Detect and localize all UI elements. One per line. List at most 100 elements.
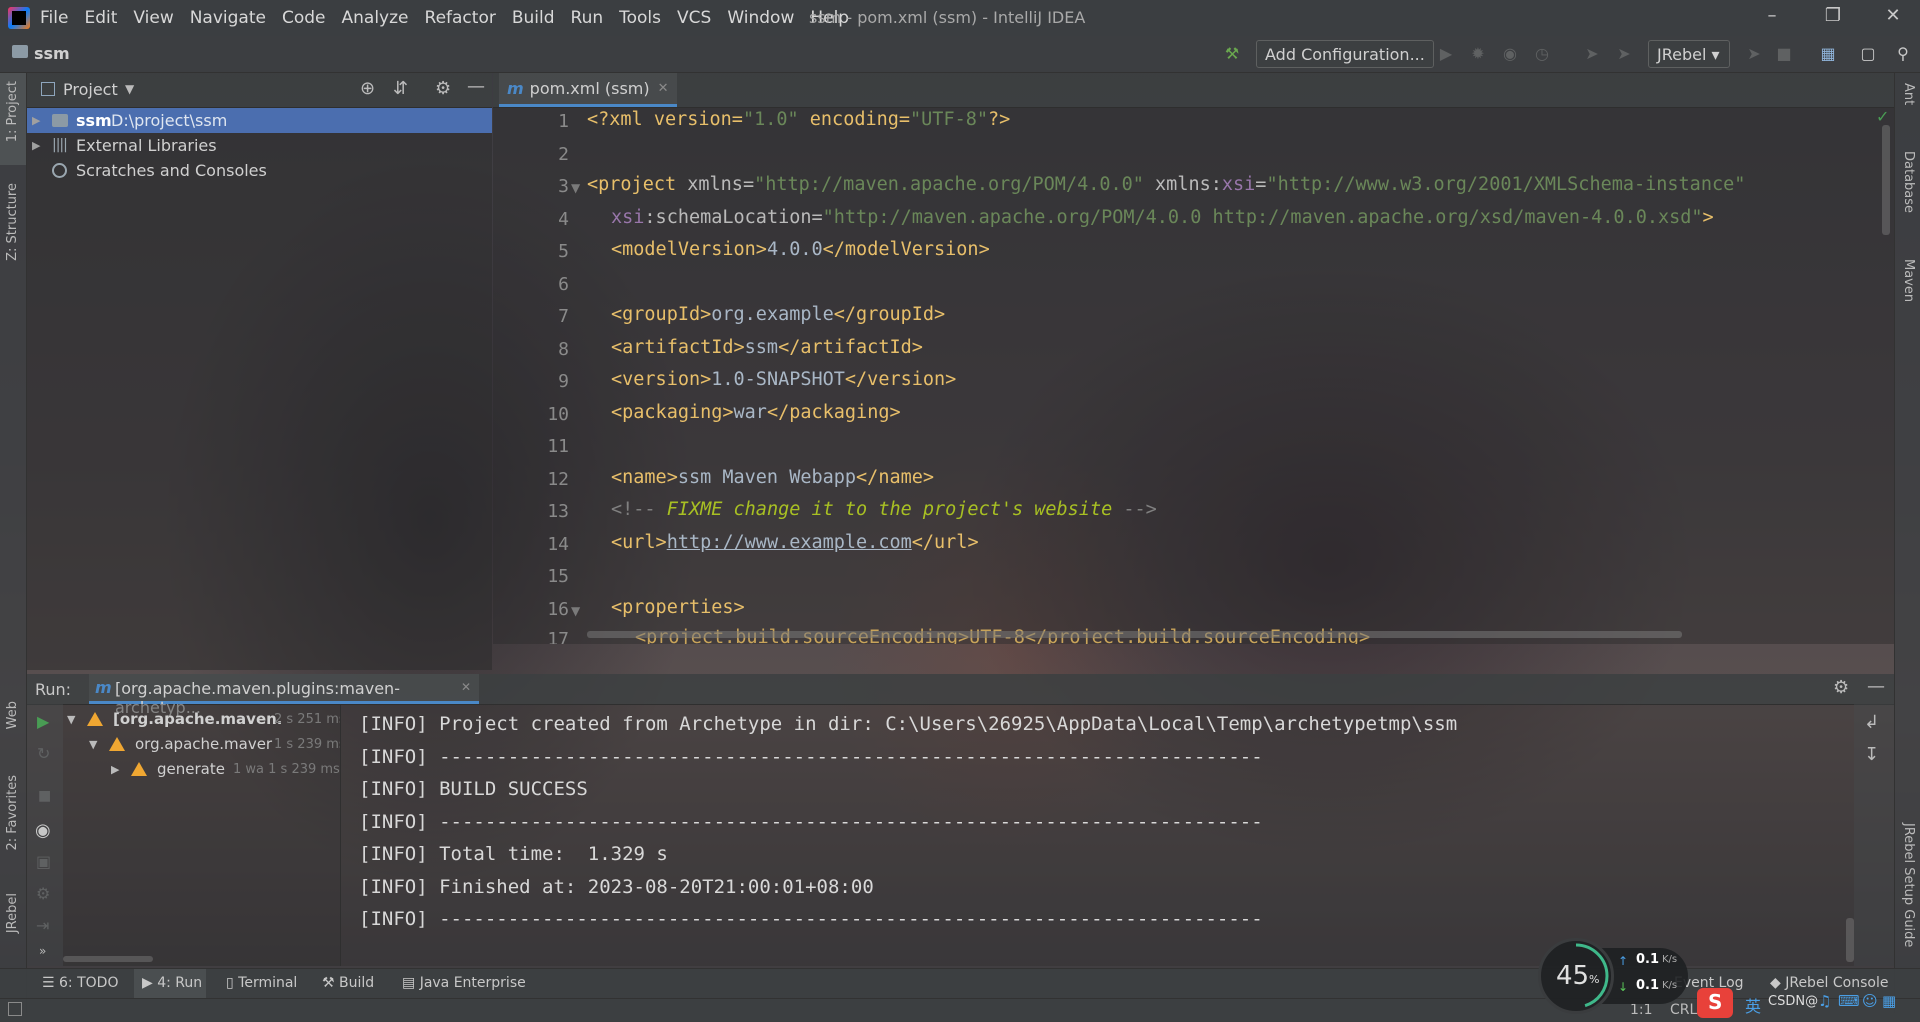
menu-refactor[interactable]: Refactor xyxy=(425,8,496,28)
expand-arrow-icon[interactable]: ▶ xyxy=(111,763,119,776)
menu-view[interactable]: View xyxy=(133,8,173,28)
java-enterprise-tool-button[interactable]: ▤ Java Enterprise xyxy=(402,975,526,991)
microphone-icon[interactable]: ♫ xyxy=(1818,992,1831,1010)
collapse-all-icon[interactable]: ⇵ xyxy=(393,78,408,99)
code-editor[interactable]: 1 2 3 4 5 6 7 8 9 10 11 12 13 14 15 16 1… xyxy=(493,107,1894,644)
run-icon[interactable]: ▶ xyxy=(1436,44,1456,64)
tools-icon[interactable]: ▦ xyxy=(1882,992,1896,1010)
eye-icon[interactable]: ◉ xyxy=(35,820,51,841)
locate-icon[interactable]: ⊕ xyxy=(360,78,375,99)
collapse-arrow-icon[interactable]: ▼ xyxy=(67,713,75,726)
vertical-scrollbar[interactable] xyxy=(1882,125,1890,235)
expand-arrow-icon[interactable]: ▶ xyxy=(32,133,40,158)
menu-window[interactable]: Window xyxy=(727,8,794,28)
project-tool-button[interactable]: 1: Project xyxy=(0,73,26,165)
menu-tools[interactable]: Tools xyxy=(619,8,661,28)
vertical-scrollbar[interactable] xyxy=(1846,918,1854,962)
menu-build[interactable]: Build xyxy=(512,8,555,28)
tree-item-scratches[interactable]: Scratches and Consoles xyxy=(27,158,492,183)
jrebel-update-icon[interactable]: ➤ xyxy=(1744,44,1764,64)
database-tool-label[interactable]: Database xyxy=(1901,151,1916,213)
gear-icon[interactable]: ⚙ xyxy=(1833,677,1849,698)
project-panel-title[interactable]: Project xyxy=(63,80,118,99)
caret-position[interactable]: 1:1 xyxy=(1630,1002,1653,1018)
todo-tool-button[interactable]: ☰ 6: TODO xyxy=(42,975,118,991)
maven-tool-label[interactable]: Maven xyxy=(1901,259,1916,302)
tab-pom-xml[interactable]: m pom.xml (ssm) ✕ xyxy=(499,73,677,107)
rerun-failed-icon[interactable]: ↻ xyxy=(37,744,50,763)
run-tool-button[interactable]: ▶ 4: Run xyxy=(134,969,206,999)
close-tab-icon[interactable]: ✕ xyxy=(461,680,471,694)
profile-icon[interactable]: ◷ xyxy=(1532,44,1552,64)
jrebel-run-icon[interactable]: ➤ xyxy=(1582,44,1602,64)
fold-marker-icon[interactable]: ▼ xyxy=(571,604,580,618)
scroll-to-end-icon[interactable]: ↧ xyxy=(1864,744,1879,765)
terminal-tool-button[interactable]: ▯ Terminal xyxy=(226,975,297,991)
url-link[interactable]: http://www.example.com xyxy=(667,532,912,553)
project-panel-header: Project ▼ ⊕ ⇵ ⚙ — xyxy=(27,73,492,108)
build-tool-button[interactable]: ⚒ Build xyxy=(322,975,374,991)
exit-icon[interactable]: ⇥ xyxy=(36,916,49,935)
keyboard-icon[interactable]: ⌨ xyxy=(1838,992,1860,1010)
code-line-8: <artifactId>ssm</artifactId> xyxy=(611,337,923,358)
jrebel-debug-icon[interactable]: ➤ xyxy=(1614,44,1634,64)
minimize-icon[interactable]: – xyxy=(1762,6,1782,26)
search-icon[interactable]: ⚲ xyxy=(1893,44,1913,64)
presentation-icon[interactable]: ▢ xyxy=(1858,44,1878,64)
menu-vcs[interactable]: VCS xyxy=(677,8,711,28)
skin-icon[interactable]: ☺ xyxy=(1862,992,1878,1010)
jrebel-console-tool-button[interactable]: ◆ JRebel Console xyxy=(1770,975,1888,991)
jrebel-setup-guide-label[interactable]: JRebel Setup Guide xyxy=(1901,823,1916,947)
close-icon[interactable]: ✕ xyxy=(1883,6,1903,26)
add-configuration-button[interactable]: Add Configuration... xyxy=(1256,40,1434,68)
run-console[interactable]: [INFO] Project created from Archetype in… xyxy=(340,704,1854,966)
jrebel-dropdown[interactable]: JRebel ▾ xyxy=(1648,40,1730,68)
ant-tool-label[interactable]: Ant xyxy=(1901,83,1916,105)
horizontal-scrollbar[interactable] xyxy=(587,631,1682,638)
settings-icon[interactable]: ⚙ xyxy=(36,884,50,903)
coverage-icon[interactable]: ◉ xyxy=(1500,44,1520,64)
stop-icon[interactable]: ■ xyxy=(38,788,51,804)
hide-panel-icon[interactable]: — xyxy=(1867,676,1885,697)
jrebel-tool-label[interactable]: JRebel xyxy=(5,893,20,933)
layout-toggle-icon[interactable] xyxy=(8,1002,22,1016)
tree-item-external-libraries[interactable]: ▶ |||| External Libraries xyxy=(27,133,492,158)
chevron-down-icon[interactable]: ▼ xyxy=(125,82,134,96)
favorites-tool-label[interactable]: 2: Favorites xyxy=(5,775,20,851)
tree-item-ssm[interactable]: ▶ ssm D:\project\ssm xyxy=(27,108,492,133)
expand-arrow-icon[interactable]: ▶ xyxy=(32,108,40,133)
structure-tool-label[interactable]: Z: Structure xyxy=(5,183,20,261)
run-tree-item[interactable]: ▶ generate 1 wa 1 s 239 ms xyxy=(63,760,340,784)
breadcrumb-project[interactable]: ssm xyxy=(34,44,70,63)
gear-icon[interactable]: ⚙ xyxy=(435,78,451,99)
debug-icon[interactable]: ✹ xyxy=(1468,44,1488,64)
run-tree-item[interactable]: ▼ org.apache.maver 1 s 239 ms xyxy=(63,735,340,759)
stop-icon[interactable]: ■ xyxy=(1774,44,1794,64)
camera-icon[interactable]: ▣ xyxy=(36,852,51,871)
close-tab-icon[interactable]: ✕ xyxy=(658,81,669,96)
collapse-arrow-icon[interactable]: ▼ xyxy=(89,738,97,751)
memory-gauge[interactable]: 45 % xyxy=(1538,938,1614,1014)
soft-wrap-icon[interactable]: ↲ xyxy=(1864,712,1879,733)
horizontal-scrollbar[interactable] xyxy=(63,956,153,962)
restore-icon[interactable]: ❐ xyxy=(1823,6,1843,26)
menu-analyze[interactable]: Analyze xyxy=(342,8,409,28)
menu-edit[interactable]: Edit xyxy=(84,8,117,28)
more-icon[interactable]: » xyxy=(39,944,46,958)
web-tool-label[interactable]: Web xyxy=(5,701,20,729)
ime-language[interactable]: 英 xyxy=(1745,993,1761,1017)
run-tab[interactable]: m [org.apache.maven.plugins:maven-archet… xyxy=(89,674,479,717)
menu-run[interactable]: Run xyxy=(571,8,604,28)
sogou-ime-icon[interactable]: S xyxy=(1697,988,1733,1018)
menu-navigate[interactable]: Navigate xyxy=(190,8,266,28)
inspection-ok-icon[interactable]: ✓ xyxy=(1876,107,1889,126)
menu-code[interactable]: Code xyxy=(282,8,326,28)
menu-file[interactable]: File xyxy=(40,8,68,28)
line-number: 6 xyxy=(558,274,569,295)
hide-panel-icon[interactable]: — xyxy=(467,76,485,97)
build-hammer-icon[interactable]: ⚒ xyxy=(1222,44,1242,64)
project-structure-icon[interactable]: ▦ xyxy=(1818,44,1838,64)
rerun-icon[interactable]: ▶ xyxy=(37,712,49,731)
run-tree-item[interactable]: ▼ [org.apache.maven. 2 s 251 ms xyxy=(63,710,340,734)
fold-marker-icon[interactable]: ▼ xyxy=(571,181,580,195)
